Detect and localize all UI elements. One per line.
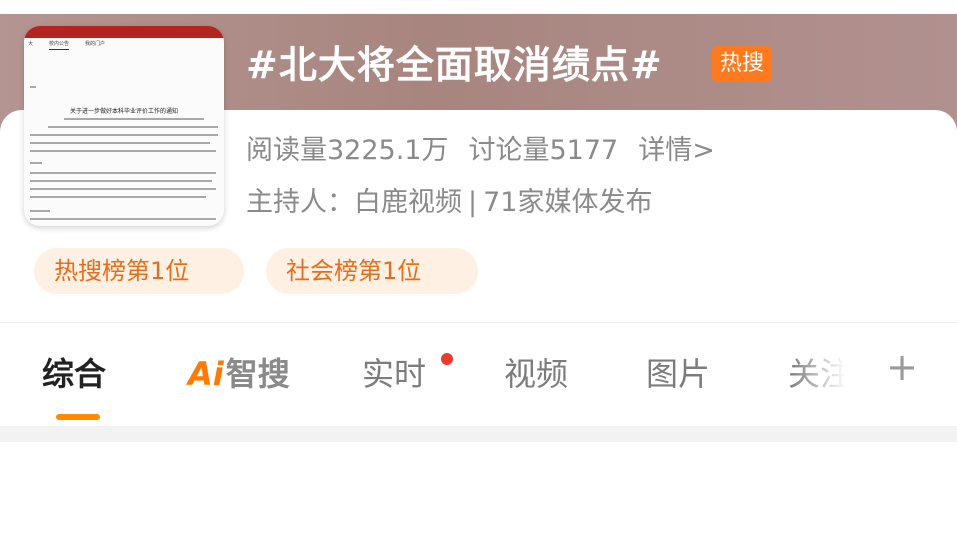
document-line <box>30 142 210 144</box>
document-line <box>30 210 50 212</box>
topic-host: 主持人：白鹿视频 | 71家媒体发布 <box>246 186 652 220</box>
host-prefix: 主持人： <box>246 187 354 218</box>
section-spacer <box>0 426 957 442</box>
hot-search-rank-chip[interactable]: 热搜榜第1位 <box>34 248 244 294</box>
document-tab: 大 <box>28 41 34 47</box>
document-line <box>30 218 216 220</box>
document-tab: 我的门户 <box>85 41 106 47</box>
active-tab-indicator <box>56 414 100 420</box>
ai-logo-mark: Ai <box>188 355 224 393</box>
status-strip <box>0 0 957 14</box>
read-count: 阅读量3225.1万 <box>246 135 449 166</box>
ai-search-label: 智搜 <box>225 355 290 393</box>
document-line <box>30 172 216 174</box>
society-rank-chip[interactable]: 社会榜第1位 <box>266 248 478 294</box>
search-tabs: 综合 Ai智搜 实时 视频 图片 关注 + <box>0 340 957 420</box>
document-line <box>48 126 218 128</box>
document-tab: 校内公告 <box>49 40 70 50</box>
plus-icon[interactable]: + <box>880 345 924 389</box>
host-separator: | <box>468 187 478 218</box>
details-link[interactable]: 详情> <box>638 135 715 166</box>
document-line <box>64 118 204 120</box>
document-line <box>30 162 42 164</box>
tab-overflow-fade <box>790 340 870 410</box>
tab-ai-search[interactable]: Ai智搜 <box>188 352 290 396</box>
topic-thumbnail[interactable]: 大 校内公告 我的门户 关于进一步做好本科毕业评价工作的通知 <box>24 26 224 226</box>
media-count[interactable]: 71家媒体发布 <box>483 187 652 218</box>
discussion-count: 讨论量5177 <box>468 135 619 166</box>
document-line <box>30 196 206 198</box>
document-line <box>30 86 36 88</box>
topic-stats: 阅读量3225.1万 讨论量5177 详情> <box>246 134 715 168</box>
document-line <box>30 180 212 182</box>
document-tabs: 大 校内公告 我的门户 <box>28 40 220 50</box>
section-divider <box>0 322 957 323</box>
document-line <box>30 134 218 136</box>
tab-comprehensive[interactable]: 综合 <box>42 352 106 396</box>
tab-video[interactable]: 视频 <box>504 352 568 396</box>
tab-realtime[interactable]: 实时 <box>362 352 426 396</box>
notification-dot-icon <box>441 353 453 365</box>
document-line <box>30 188 216 190</box>
document-header-bar <box>24 26 224 38</box>
topic-title: #北大将全面取消绩点# <box>246 43 663 87</box>
hot-search-badge: 热搜 <box>712 46 772 82</box>
tab-images[interactable]: 图片 <box>646 352 710 396</box>
document-line <box>30 150 216 152</box>
host-name[interactable]: 白鹿视频 <box>354 187 462 218</box>
document-title: 关于进一步做好本科毕业评价工作的通知 <box>69 108 178 115</box>
